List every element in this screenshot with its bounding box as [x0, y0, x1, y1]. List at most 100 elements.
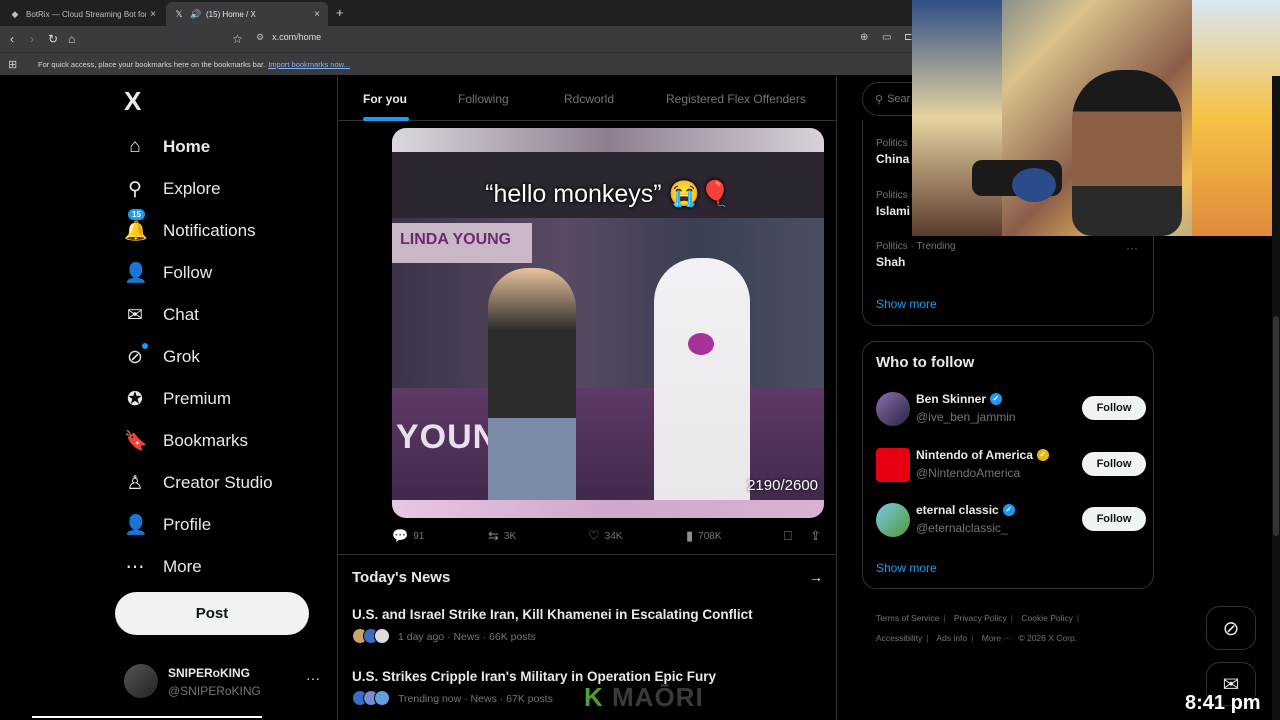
follow-button[interactable]: Follow [1082, 452, 1146, 476]
browser-tab-x-home[interactable]: 𝕏 🔊 (15) Home / X × [166, 2, 328, 26]
bookmark-star-icon[interactable]: ☆ [232, 32, 243, 46]
trends-show-more-link[interactable]: Show more [876, 297, 937, 311]
tab-following[interactable]: Following [458, 92, 509, 106]
video-banner: LINDA YOUNG [392, 223, 532, 263]
footer-link[interactable]: Ads info [936, 633, 967, 643]
verified-icon: ✪ [127, 388, 143, 410]
avatar [876, 503, 910, 537]
sidebar-item-label: Grok [163, 347, 200, 366]
bookmarks-hint: For quick access, place your bookmarks h… [38, 60, 350, 69]
sidebar-item-premium[interactable]: ✪ Premium [124, 378, 324, 420]
main-feed: For you Following Rdcworld Registered Fl… [337, 76, 837, 720]
video-person-right [654, 258, 750, 518]
home-browser-icon[interactable]: ⌂ [68, 32, 75, 46]
video-blur-top [392, 128, 824, 152]
share-icon: ⇪ [810, 528, 821, 543]
close-tab-icon[interactable]: × [150, 9, 156, 20]
sidebar-item-follow[interactable]: 👤 Follow [124, 252, 324, 294]
share-button[interactable]: ⇪ [810, 528, 826, 544]
footer-link[interactable]: Terms of Service [876, 613, 939, 623]
sidebar-item-grok[interactable]: ⊘ Grok [124, 336, 324, 378]
views-count: 708K [698, 530, 722, 542]
tab-for-you[interactable]: For you [363, 92, 407, 106]
botrix-icon: ◆ [11, 9, 19, 19]
search-placeholder: Sear [887, 93, 911, 105]
tab-registered-flex-offenders[interactable]: Registered Flex Offenders [666, 92, 806, 106]
like-button[interactable]: ♡ 34K [588, 528, 622, 544]
sidebar-item-profile[interactable]: 👤 Profile [124, 504, 324, 546]
sidebar-nav: ⌂ Home ⚲ Explore 🔔 15 Notifications 👤 Fol… [124, 126, 324, 588]
bookmark-post-button[interactable]: ⎕ [784, 528, 797, 544]
footer-link[interactable]: More ··· [982, 633, 1012, 643]
sidebar-item-label: Explore [163, 179, 221, 198]
sidebar-item-creator-studio[interactable]: ♙ Creator Studio [124, 462, 324, 504]
post-button[interactable]: Post [115, 592, 309, 635]
post-video[interactable]: LINDA YOUNG YOUNG “hello monkeys” 😭🎈 219… [392, 128, 824, 518]
bell-icon: 🔔 15 [124, 209, 148, 242]
reload-icon[interactable]: ↻ [48, 32, 58, 46]
scrollbar-thumb[interactable] [1273, 316, 1279, 536]
site-info-icon[interactable]: ⚙ [256, 32, 264, 42]
new-tab-icon[interactable]: + [336, 5, 344, 20]
more-dots-icon[interactable]: ··· [1126, 241, 1138, 255]
browser-tab-botrix[interactable]: ◆ BotRix — Cloud Streaming Bot for Tw × [2, 2, 164, 26]
more-circle-icon: ⋯ [125, 556, 145, 578]
trend-item[interactable]: Politics · Trending Shah ··· [876, 241, 1146, 269]
speaker-icon: 🔊 [190, 9, 202, 19]
page-scrollbar[interactable] [1272, 76, 1280, 720]
zoom-icon[interactable]: ⊕ [860, 32, 868, 43]
arrow-right-icon[interactable]: → [809, 569, 823, 585]
webcam-poster-right [1192, 0, 1280, 236]
sidebar-item-label: Follow [163, 263, 213, 282]
views-button[interactable]: ▮ 708K [686, 528, 722, 544]
footer-link[interactable]: Privacy Policy [954, 613, 1007, 623]
follow-suggestion[interactable]: Ben Skinner ✓ @ive_ben_jammin Follow [876, 390, 1146, 430]
close-tab-icon[interactable]: × [314, 9, 320, 20]
sidebar-item-chat[interactable]: ✉ Chat [124, 294, 324, 336]
follow-button[interactable]: Follow [1082, 507, 1146, 531]
follow-button[interactable]: Follow [1082, 396, 1146, 420]
account-name: SNIPERoKING [168, 666, 251, 680]
sidebar-item-explore[interactable]: ⚲ Explore [124, 168, 324, 210]
follow-show-more-link[interactable]: Show more [876, 561, 937, 575]
bookmarks-bar: ⊞ For quick access, place your bookmarks… [0, 52, 912, 75]
back-icon[interactable]: ‹ [10, 32, 14, 46]
forward-icon[interactable]: › [30, 32, 34, 46]
news-headline: U.S. and Israel Strike Iran, Kill Khamen… [352, 607, 753, 622]
video-counter: 2190/2600 [747, 477, 818, 494]
follow-suggestion[interactable]: eternal classic ✓ @eternalclassic_ Follow [876, 501, 1146, 541]
footer-link[interactable]: Cookie Policy [1021, 613, 1073, 623]
verified-gold-badge-icon: ✓ [1036, 449, 1049, 461]
repost-button[interactable]: ⇆ 3K [488, 528, 516, 544]
trend-name: Shah [876, 255, 906, 269]
apps-grid-icon[interactable]: ⊞ [8, 58, 17, 71]
url-text: x.com/home [272, 32, 322, 42]
sidebar-item-bookmarks[interactable]: 🔖 Bookmarks [124, 420, 324, 462]
news-avatars [352, 628, 392, 646]
cast-icon[interactable]: ▭ [882, 32, 891, 43]
verified-badge-icon: ✓ [990, 393, 1003, 405]
news-story[interactable]: U.S. and Israel Strike Iran, Kill Khamen… [352, 607, 822, 646]
envelope-icon: ✉ [127, 304, 143, 326]
sidebar-item-home[interactable]: ⌂ Home [124, 126, 324, 168]
reply-button[interactable]: 💬 91 [392, 528, 424, 544]
x-logo-icon[interactable]: X [124, 86, 141, 117]
grok-float-button[interactable]: ⊘ [1206, 606, 1256, 650]
import-bookmarks-link[interactable]: Import bookmarks now... [268, 60, 350, 69]
stream-watermark: K MAŌRI [584, 682, 704, 712]
sidebar-item-more[interactable]: ⋯ More [124, 546, 324, 588]
suggestion-name: eternal classic [916, 503, 999, 517]
views-icon: ▮ [686, 528, 694, 543]
tab-rdcworld[interactable]: Rdcworld [564, 92, 614, 106]
follow-suggestion[interactable]: Nintendo of America ✓ @NintendoAmerica Fo… [876, 446, 1146, 486]
sidebar-item-label: Premium [163, 389, 232, 408]
tab-title: (15) Home / X [206, 9, 256, 19]
grok-icon: ⊘ [124, 342, 148, 369]
footer-link[interactable]: Accessibility [876, 633, 922, 643]
bookmark-icon: 🔖 [124, 431, 148, 452]
x-logo-icon: 𝕏 [175, 9, 183, 19]
url-field[interactable]: ⚙ x.com/home [256, 32, 856, 43]
more-dots-icon[interactable]: ··· [306, 670, 320, 686]
account-switcher[interactable]: SNIPERoKING @SNIPERoKING ··· [124, 664, 324, 700]
sidebar-item-notifications[interactable]: 🔔 15 Notifications [124, 209, 324, 252]
